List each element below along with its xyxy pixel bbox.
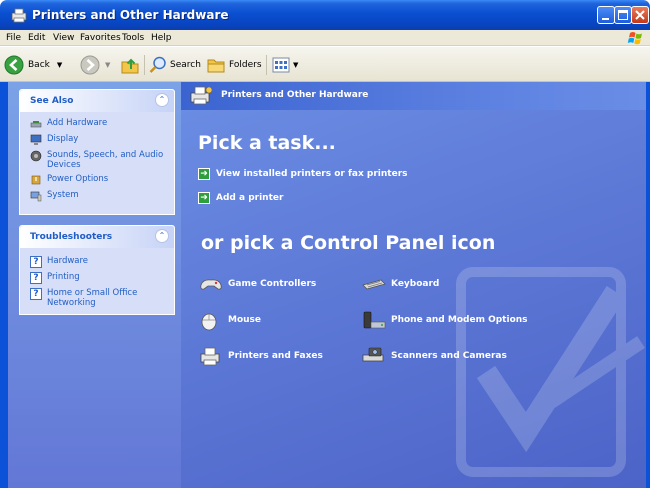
category-title: Printers and Other Hardware — [221, 90, 369, 100]
link-printing-troubleshooter[interactable]: ? Printing — [20, 270, 174, 286]
search-button[interactable]: Search — [148, 54, 201, 76]
back-arrow-icon — [4, 55, 24, 75]
window-border-right — [646, 82, 650, 488]
task-pane: See Also ⌃ Add Hardware Display Sounds, … — [8, 82, 181, 488]
game-controller-icon — [200, 279, 222, 290]
task-arrow-icon: ➜ — [198, 168, 210, 180]
menu-help[interactable]: Help — [151, 33, 172, 43]
title-bar[interactable]: Printers and Other Hardware — [0, 0, 650, 30]
pick-icon-heading: or pick a Control Panel icon — [201, 232, 496, 254]
link-printing-label: Printing — [47, 272, 80, 282]
link-power-options[interactable]: Power Options — [20, 172, 174, 188]
toolbar: Back ▼ ▼ Search Folders ▼ — [0, 47, 650, 82]
content-pane: Printers and Other Hardware Pick a task.… — [181, 82, 646, 488]
help-icon: ? — [30, 256, 42, 268]
category-header: Printers and Other Hardware — [181, 82, 646, 110]
system-icon — [30, 191, 42, 202]
icon-game-controllers-label: Game Controllers — [228, 279, 317, 289]
search-label: Search — [170, 60, 201, 70]
mouse-icon — [201, 313, 217, 331]
search-icon — [149, 56, 166, 73]
menu-favorites[interactable]: Favorites — [80, 33, 121, 43]
forward-arrow-icon — [80, 55, 100, 75]
link-sounds-speech-audio[interactable]: Sounds, Speech, and Audio Devices — [20, 148, 174, 172]
forward-button[interactable]: ▼ — [80, 54, 110, 76]
icon-keyboard-label: Keyboard — [391, 279, 440, 289]
menu-tools[interactable]: Tools — [122, 33, 144, 43]
link-power-options-label: Power Options — [47, 174, 109, 184]
task-add-printer-label: Add a printer — [216, 193, 284, 203]
printers-faxes-icon — [200, 347, 220, 366]
display-icon — [30, 134, 42, 145]
icon-phone-modem[interactable]: Phone and Modem Options — [361, 309, 528, 331]
keyboard-icon — [362, 279, 386, 290]
icon-printers-faxes-label: Printers and Faxes — [228, 351, 323, 361]
task-add-printer[interactable]: ➜ Add a printer — [198, 192, 283, 204]
up-folder-button[interactable] — [120, 54, 140, 76]
link-home-networking-label: Home or Small Office Networking — [47, 288, 138, 308]
help-icon: ? — [30, 288, 42, 300]
printer-icon — [11, 8, 27, 23]
task-arrow-icon: ➜ — [198, 192, 210, 204]
window-title: Printers and Other Hardware — [32, 8, 229, 22]
link-home-networking-troubleshooter[interactable]: ? Home or Small Office Networking — [20, 286, 174, 310]
task-view-printers-label: View installed printers or fax printers — [216, 169, 408, 179]
troubleshooters-header[interactable]: Troubleshooters ⌃ — [20, 226, 174, 248]
back-button[interactable]: Back ▼ — [4, 54, 62, 76]
link-sounds-speech-audio-label: Sounds, Speech, and Audio Devices — [47, 150, 164, 170]
folders-button[interactable]: Folders — [206, 54, 262, 76]
icon-mouse-label: Mouse — [228, 315, 262, 325]
icon-phone-modem-label: Phone and Modem Options — [391, 315, 528, 325]
forward-dropdown-icon[interactable]: ▼ — [105, 61, 110, 69]
windows-logo-icon — [627, 32, 642, 45]
scanners-cameras-icon — [362, 347, 384, 362]
up-folder-icon — [121, 58, 139, 74]
see-also-panel: See Also ⌃ Add Hardware Display Sounds, … — [19, 89, 175, 215]
icon-keyboard[interactable]: Keyboard — [361, 273, 439, 295]
link-add-hardware[interactable]: Add Hardware — [20, 116, 174, 132]
link-add-hardware-label: Add Hardware — [47, 118, 108, 128]
menu-file[interactable]: File — [6, 33, 21, 43]
link-system[interactable]: System — [20, 188, 174, 204]
back-label: Back — [28, 60, 50, 70]
see-also-header[interactable]: See Also ⌃ — [20, 90, 174, 112]
back-dropdown-icon[interactable]: ▼ — [57, 61, 62, 69]
icon-mouse[interactable]: Mouse — [198, 309, 261, 331]
link-system-label: System — [47, 190, 79, 200]
window-border-left — [0, 82, 8, 488]
help-icon: ? — [30, 272, 42, 284]
menu-bar: File Edit View Favorites Tools Help — [0, 30, 650, 46]
close-button[interactable] — [631, 6, 649, 24]
link-hardware-label: Hardware — [47, 256, 89, 266]
icon-game-controllers[interactable]: Game Controllers — [198, 273, 316, 295]
icon-printers-faxes[interactable]: Printers and Faxes — [198, 345, 323, 367]
close-icon — [635, 10, 645, 20]
printer-hardware-icon — [190, 86, 213, 105]
link-display[interactable]: Display — [20, 132, 174, 148]
collapse-icon[interactable]: ⌃ — [155, 229, 169, 243]
folders-label: Folders — [229, 60, 262, 70]
link-hardware-troubleshooter[interactable]: ? Hardware — [20, 254, 174, 270]
pick-task-heading: Pick a task... — [198, 132, 336, 154]
views-dropdown-icon: ▼ — [293, 61, 299, 69]
views-icon — [272, 57, 290, 73]
menu-view[interactable]: View — [53, 33, 74, 43]
views-button[interactable]: ▼ — [272, 54, 298, 76]
minimize-button[interactable] — [597, 6, 615, 24]
icon-scanners-cameras-label: Scanners and Cameras — [391, 351, 507, 361]
maximize-button[interactable] — [614, 6, 632, 24]
task-view-printers[interactable]: ➜ View installed printers or fax printer… — [198, 168, 407, 180]
folders-icon — [207, 59, 225, 73]
power-options-icon — [31, 175, 41, 185]
phone-modem-icon — [363, 311, 386, 329]
troubleshooters-title: Troubleshooters — [30, 232, 113, 242]
menu-edit[interactable]: Edit — [28, 33, 45, 43]
link-display-label: Display — [47, 134, 79, 144]
add-hardware-icon — [30, 121, 42, 128]
speaker-icon — [30, 150, 42, 162]
icon-scanners-cameras[interactable]: Scanners and Cameras — [361, 345, 507, 367]
troubleshooters-panel: Troubleshooters ⌃ ? Hardware ? Printing … — [19, 225, 175, 315]
collapse-icon[interactable]: ⌃ — [155, 93, 169, 107]
see-also-title: See Also — [30, 96, 74, 106]
